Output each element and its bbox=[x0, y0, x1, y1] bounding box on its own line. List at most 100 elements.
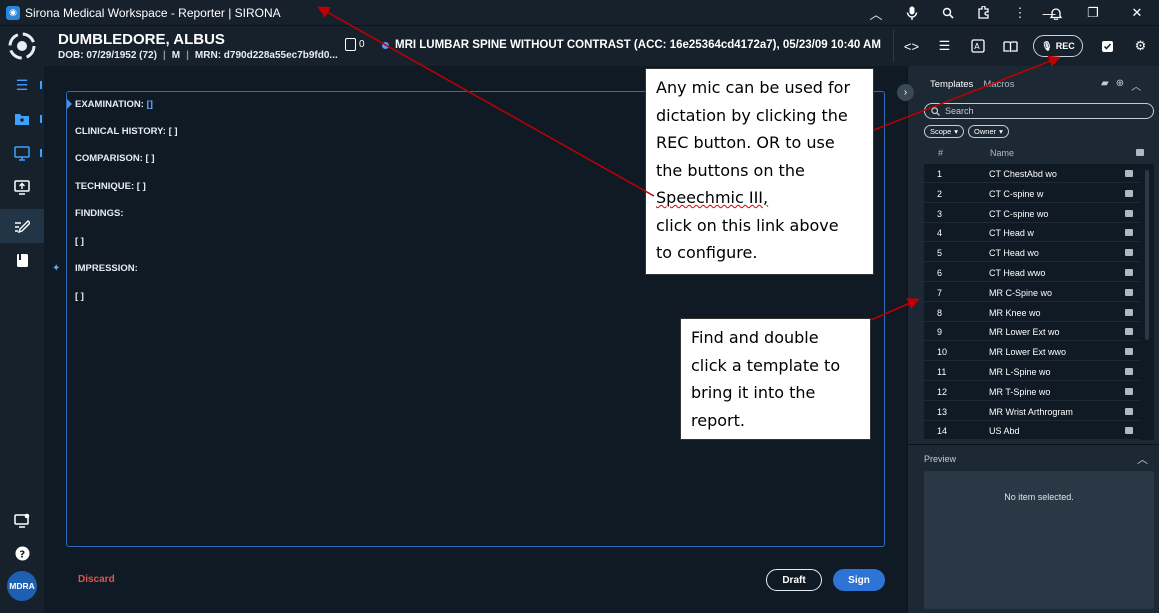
list-icon[interactable]: ☰ bbox=[928, 30, 961, 62]
zoom-icon[interactable] bbox=[930, 0, 966, 26]
minimize-button[interactable]: — bbox=[1027, 0, 1071, 26]
folder-icon bbox=[15, 113, 29, 125]
callout-line: click on this link above bbox=[656, 215, 839, 235]
chevron-up-icon[interactable]: ︿ bbox=[1137, 451, 1148, 467]
table-row[interactable]: 1 CT ChestAbd wo bbox=[924, 164, 1140, 183]
window-controls: — ❐ ✕ bbox=[1027, 0, 1159, 26]
table-row[interactable]: 4 CT Head w bbox=[924, 223, 1140, 243]
section-comparison[interactable]: COMPARISON: [ ] bbox=[75, 153, 155, 164]
row-number: 13 bbox=[937, 406, 948, 417]
findings-value[interactable]: [ ] bbox=[75, 236, 84, 247]
tab-templates[interactable]: Templates bbox=[930, 79, 973, 90]
folder-icon[interactable] bbox=[1125, 269, 1133, 276]
magic-wand-icon[interactable]: ✦ bbox=[52, 263, 60, 274]
spellcheck-icon[interactable]: A bbox=[961, 30, 994, 62]
microphone-icon[interactable] bbox=[894, 0, 930, 26]
close-button[interactable]: ✕ bbox=[1115, 0, 1159, 26]
folder-icon[interactable] bbox=[1125, 189, 1133, 197]
table-row[interactable]: 10 MR Lower Ext wwo bbox=[924, 342, 1140, 362]
table-row[interactable]: 2 CT C-spine w bbox=[924, 184, 1140, 203]
folder-icon bbox=[1136, 149, 1144, 156]
gear-icon[interactable]: ⚙ bbox=[1124, 30, 1157, 62]
table-row[interactable]: 13 MR Wrist Arthrogram bbox=[924, 402, 1140, 421]
folder-icon[interactable] bbox=[1125, 348, 1133, 356]
comparison-value[interactable]: [ ] bbox=[146, 153, 155, 164]
folder-icon[interactable] bbox=[1125, 209, 1133, 217]
extension-icon[interactable] bbox=[966, 0, 1002, 26]
add-icon[interactable]: ⊕ bbox=[1116, 78, 1124, 93]
table-row[interactable]: 3 CT C-spine wo bbox=[924, 204, 1140, 223]
owner-filter[interactable]: Owner ▾ bbox=[968, 125, 1009, 138]
table-row[interactable]: 7 MR C-Spine wo bbox=[924, 283, 1140, 302]
scope-filter[interactable]: Scope ▾ bbox=[924, 125, 965, 138]
templates-table: 1 CT ChestAbd wo 2 CT C-spine w 3 CT C-spine … bbox=[924, 164, 1154, 440]
row-name: CT ChestAbd wo bbox=[989, 169, 1057, 179]
app-logo-icon: ◉ bbox=[6, 5, 20, 20]
tab-macros[interactable]: Macros bbox=[983, 79, 1014, 90]
row-name: US Abd bbox=[989, 426, 1020, 437]
chevron-up-icon[interactable]: ︿ bbox=[1131, 78, 1141, 93]
restore-button[interactable]: ❐ bbox=[1071, 0, 1115, 26]
table-row[interactable]: 6 CT Head wwo bbox=[924, 263, 1140, 282]
row-number: 1 bbox=[937, 169, 943, 179]
clinical-history-value[interactable]: [ ] bbox=[169, 126, 178, 137]
folder-icon[interactable] bbox=[1125, 288, 1133, 296]
chevron-up-icon[interactable]: ︿ bbox=[858, 0, 894, 26]
section-findings[interactable]: FINDINGS: bbox=[75, 208, 124, 219]
nav-worklist[interactable]: ☰ bbox=[0, 68, 44, 102]
table-row[interactable]: 5 CT Head wo bbox=[924, 243, 1140, 263]
folder-icon[interactable] bbox=[1125, 328, 1133, 336]
scrollbar[interactable] bbox=[1143, 164, 1151, 440]
rec-button[interactable]: 🎙 REC bbox=[1033, 35, 1083, 57]
section-impression[interactable]: IMPRESSION: bbox=[75, 263, 138, 274]
table-row[interactable]: 11 MR L-Spine wo bbox=[924, 362, 1140, 381]
section-clinical-history[interactable]: CLINICAL HISTORY: [ ] bbox=[75, 126, 178, 137]
divider: | bbox=[186, 50, 189, 61]
folder-icon[interactable] bbox=[1125, 308, 1133, 316]
nav-notes[interactable] bbox=[0, 243, 44, 277]
table-row[interactable]: 12 MR T-Spine wo bbox=[924, 382, 1140, 401]
table-row[interactable]: 14 US Abd bbox=[924, 421, 1140, 440]
folder-icon[interactable] bbox=[1125, 387, 1133, 395]
table-row[interactable]: 9 MR Lower Ext wo bbox=[924, 322, 1140, 342]
filter-chips: Scope ▾ Owner ▾ bbox=[924, 125, 1009, 138]
folder-icon[interactable] bbox=[1125, 229, 1133, 237]
nav-reporter[interactable] bbox=[0, 209, 44, 243]
row-number: 2 bbox=[937, 188, 943, 199]
sign-button[interactable]: Sign bbox=[833, 569, 885, 591]
nav-help[interactable]: ? bbox=[0, 536, 44, 570]
nav-patient-folder[interactable] bbox=[0, 102, 44, 136]
patient-mrn[interactable]: MRN: d790d228a55ec7b9fd0... bbox=[195, 50, 338, 61]
nav-remote-desktop[interactable] bbox=[0, 503, 44, 537]
row-number: 10 bbox=[937, 347, 948, 358]
folder-icon[interactable]: ▰ bbox=[1101, 78, 1109, 93]
nav-viewer[interactable] bbox=[0, 136, 44, 170]
column-name[interactable]: Name bbox=[990, 148, 1014, 158]
examination-value[interactable]: [] bbox=[147, 99, 153, 110]
folder-icon[interactable] bbox=[1125, 368, 1133, 375]
table-row[interactable]: 8 MR Knee wo bbox=[924, 303, 1140, 322]
discard-button[interactable]: Discard bbox=[78, 574, 115, 585]
row-number: 9 bbox=[937, 327, 943, 338]
scrollbar-thumb[interactable] bbox=[1145, 170, 1149, 340]
book-icon[interactable] bbox=[994, 30, 1027, 62]
documents-button[interactable]: 0 bbox=[345, 38, 365, 51]
folder-icon[interactable] bbox=[1125, 249, 1133, 257]
impression-value[interactable]: [ ] bbox=[75, 291, 84, 302]
code-icon[interactable]: <> bbox=[895, 30, 928, 62]
draft-button[interactable]: Draft bbox=[766, 569, 822, 591]
column-number[interactable]: # bbox=[938, 148, 943, 158]
sirona-logo-icon bbox=[8, 32, 36, 60]
nav-screen-share[interactable] bbox=[0, 170, 44, 204]
section-examination[interactable]: EXAMINATION: [] bbox=[75, 99, 153, 110]
avatar[interactable]: MDRA bbox=[7, 571, 37, 601]
folder-icon[interactable] bbox=[1125, 170, 1133, 177]
search-input[interactable]: Search bbox=[924, 103, 1154, 119]
checklist-icon[interactable] bbox=[1091, 30, 1124, 62]
exam-description: MRI LUMBAR SPINE WITHOUT CONTRAST (ACC: … bbox=[382, 39, 881, 51]
folder-icon[interactable] bbox=[1125, 427, 1133, 435]
section-technique[interactable]: TECHNIQUE: [ ] bbox=[75, 181, 146, 192]
folder-icon[interactable] bbox=[1125, 407, 1133, 415]
chevron-right-icon[interactable]: › bbox=[897, 84, 914, 101]
technique-value[interactable]: [ ] bbox=[137, 181, 146, 192]
